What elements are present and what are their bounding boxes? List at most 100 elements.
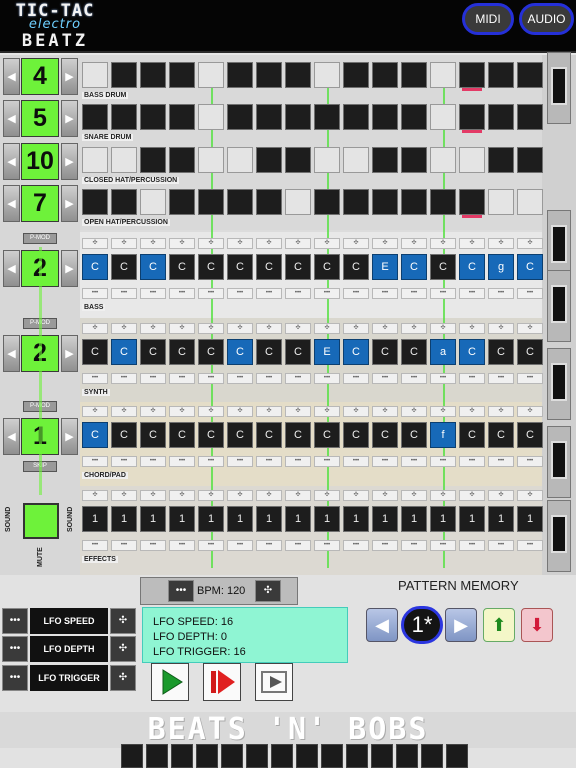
lfo-trigger-decrease-button[interactable]: ••• <box>2 665 28 691</box>
step-button[interactable] <box>372 189 398 215</box>
note-step-button[interactable]: C <box>314 422 340 448</box>
step-button[interactable] <box>430 104 456 130</box>
lfo-speed-increase-button[interactable]: ✣ <box>110 608 136 634</box>
note-step-button[interactable]: C <box>343 422 369 448</box>
note-up-button[interactable]: ✣ <box>169 238 195 249</box>
note-up-button[interactable]: ✣ <box>314 238 340 249</box>
note-step-button[interactable]: C <box>111 254 137 280</box>
track-decrease-button[interactable]: ◀ <box>3 100 20 137</box>
step-button[interactable] <box>198 62 224 88</box>
note-up-button[interactable]: ✣ <box>488 490 514 501</box>
note-up-button[interactable]: ✣ <box>459 490 485 501</box>
note-down-button[interactable]: ••• <box>343 373 369 384</box>
note-up-button[interactable]: ✣ <box>401 238 427 249</box>
step-button[interactable] <box>517 104 543 130</box>
note-step-button[interactable]: f <box>430 422 456 448</box>
note-down-button[interactable]: ••• <box>198 456 224 467</box>
pattern-load-button[interactable]: ⬆ <box>483 608 515 642</box>
note-up-button[interactable]: ✣ <box>401 406 427 417</box>
lfo-speed-decrease-button[interactable]: ••• <box>2 608 28 634</box>
note-down-button[interactable]: ••• <box>140 456 166 467</box>
note-up-button[interactable]: ✣ <box>140 323 166 334</box>
note-step-button[interactable]: C <box>430 254 456 280</box>
step-button[interactable] <box>256 189 282 215</box>
note-down-button[interactable]: ••• <box>314 540 340 551</box>
note-down-button[interactable]: ••• <box>517 456 543 467</box>
note-step-button[interactable]: C <box>517 422 543 448</box>
step-button[interactable] <box>285 189 311 215</box>
pattern-pad[interactable] <box>446 744 468 768</box>
note-step-button[interactable]: C <box>227 339 253 365</box>
note-down-button[interactable]: ••• <box>430 456 456 467</box>
note-up-button[interactable]: ✣ <box>256 490 282 501</box>
note-down-button[interactable]: ••• <box>198 540 224 551</box>
note-up-button[interactable]: ✣ <box>517 323 543 334</box>
step-button[interactable] <box>401 62 427 88</box>
note-step-button[interactable]: 1 <box>111 506 137 532</box>
midi-button[interactable]: MIDI <box>462 3 514 35</box>
track-decrease-button[interactable]: ◀ <box>3 143 20 180</box>
note-up-button[interactable]: ✣ <box>517 238 543 249</box>
note-step-button[interactable]: C <box>140 254 166 280</box>
pattern-pad[interactable] <box>146 744 168 768</box>
note-up-button[interactable]: ✣ <box>285 406 311 417</box>
step-button[interactable] <box>227 104 253 130</box>
note-step-button[interactable]: C <box>111 422 137 448</box>
note-down-button[interactable]: ••• <box>314 373 340 384</box>
note-step-button[interactable]: C <box>343 254 369 280</box>
note-down-button[interactable]: ••• <box>459 288 485 299</box>
note-up-button[interactable]: ✣ <box>227 323 253 334</box>
note-up-button[interactable]: ✣ <box>430 490 456 501</box>
note-up-button[interactable]: ✣ <box>227 406 253 417</box>
note-step-button[interactable]: 1 <box>459 506 485 532</box>
note-up-button[interactable]: ✣ <box>285 323 311 334</box>
note-step-button[interactable]: 1 <box>401 506 427 532</box>
note-step-button[interactable]: C <box>517 254 543 280</box>
step-button[interactable] <box>169 62 195 88</box>
step-button[interactable] <box>82 189 108 215</box>
volume-slider-knob[interactable] <box>551 285 567 323</box>
sync-button[interactable] <box>255 663 293 701</box>
track-increase-button[interactable]: ▶ <box>61 143 78 180</box>
note-up-button[interactable]: ✣ <box>517 406 543 417</box>
step-button[interactable] <box>140 104 166 130</box>
step-button[interactable] <box>82 147 108 173</box>
note-up-button[interactable]: ✣ <box>372 490 398 501</box>
mute-toggle-button[interactable] <box>23 503 59 539</box>
note-step-button[interactable]: C <box>140 422 166 448</box>
note-step-button[interactable]: C <box>459 254 485 280</box>
pattern-pad[interactable] <box>121 744 143 768</box>
note-step-button[interactable]: 1 <box>488 506 514 532</box>
step-button[interactable] <box>140 189 166 215</box>
note-step-button[interactable]: C <box>488 339 514 365</box>
pattern-save-button[interactable]: ⬇ <box>521 608 553 642</box>
volume-slider-knob[interactable] <box>551 363 567 401</box>
track-decrease-button[interactable]: ◀ <box>3 418 20 455</box>
note-up-button[interactable]: ✣ <box>343 323 369 334</box>
note-up-button[interactable]: ✣ <box>227 238 253 249</box>
note-down-button[interactable]: ••• <box>430 373 456 384</box>
note-step-button[interactable]: C <box>169 422 195 448</box>
note-down-button[interactable]: ••• <box>82 456 108 467</box>
track-increase-button[interactable]: ▶ <box>61 185 78 222</box>
note-down-button[interactable]: ••• <box>372 288 398 299</box>
note-step-button[interactable]: 1 <box>343 506 369 532</box>
volume-slider-knob[interactable] <box>551 441 567 479</box>
note-step-button[interactable]: C <box>314 254 340 280</box>
track-decrease-button[interactable]: ◀ <box>3 58 20 95</box>
note-up-button[interactable]: ✣ <box>372 406 398 417</box>
audio-button[interactable]: AUDIO <box>519 3 574 35</box>
note-step-button[interactable]: C <box>227 422 253 448</box>
step-button[interactable] <box>343 147 369 173</box>
note-up-button[interactable]: ✣ <box>285 490 311 501</box>
note-step-button[interactable]: 1 <box>256 506 282 532</box>
note-down-button[interactable]: ••• <box>430 288 456 299</box>
note-step-button[interactable]: C <box>256 254 282 280</box>
note-step-button[interactable]: C <box>401 422 427 448</box>
note-up-button[interactable]: ✣ <box>314 490 340 501</box>
note-step-button[interactable]: 1 <box>430 506 456 532</box>
track-increase-button[interactable]: ▶ <box>61 58 78 95</box>
note-down-button[interactable]: ••• <box>517 288 543 299</box>
step-button[interactable] <box>517 189 543 215</box>
lfo-depth-decrease-button[interactable]: ••• <box>2 636 28 662</box>
